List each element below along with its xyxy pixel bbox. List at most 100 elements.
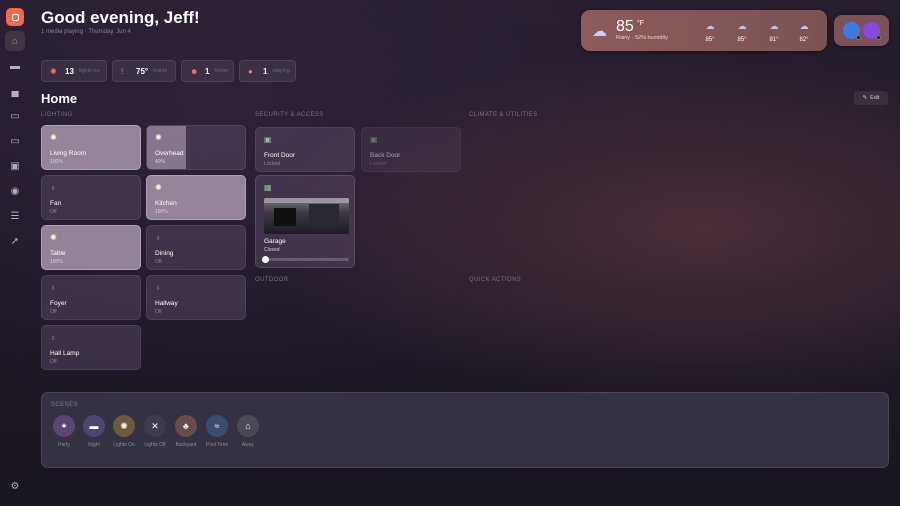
bulb-icon: ✺ bbox=[50, 233, 57, 242]
light-name: Living Room bbox=[50, 150, 87, 157]
lock-name: Front Door bbox=[264, 152, 296, 159]
forecast-day: ☁ 81° bbox=[765, 21, 783, 43]
light-name: Dining bbox=[155, 250, 174, 257]
light-tile[interactable]: ♁ Hall Lamp Off bbox=[41, 325, 141, 370]
section-security: SECURITY & ACCESS bbox=[255, 112, 324, 118]
sidebar-item-server[interactable]: ☰ bbox=[5, 206, 25, 226]
slider-handle[interactable] bbox=[262, 256, 269, 263]
sidebar-item-devices[interactable]: ▣ bbox=[5, 156, 25, 176]
home-away-icon: ⌂ bbox=[237, 415, 259, 437]
tree-icon: ♣ bbox=[175, 415, 197, 437]
scene-pool-time[interactable]: ≈ Pool Time bbox=[204, 415, 230, 448]
scenes-title: SCENES bbox=[51, 402, 79, 408]
stat-label: playing bbox=[272, 68, 290, 74]
scene-lights-off[interactable]: ✕ Lights Off bbox=[142, 415, 168, 448]
stat-temperature[interactable]: ǃ 75° inside bbox=[112, 60, 176, 82]
stat-value: 1 bbox=[263, 66, 268, 76]
weather-unit: °F bbox=[637, 20, 645, 27]
app-logo[interactable] bbox=[6, 8, 24, 26]
scene-night[interactable]: ▬ Night bbox=[81, 415, 107, 448]
sidebar-item-media[interactable]: ▭ bbox=[5, 106, 25, 126]
lock-tile-front-door[interactable]: ▣ Front Door Locked bbox=[255, 127, 355, 172]
cloud-icon: ☁ bbox=[737, 21, 747, 31]
light-state: 100% bbox=[50, 259, 63, 265]
light-name: Kitchen bbox=[155, 200, 177, 207]
light-name: Hall Lamp bbox=[50, 350, 80, 357]
sidebar-item-bedroom[interactable]: ▬ bbox=[5, 56, 25, 76]
garage-state: Closed bbox=[264, 247, 280, 253]
devices-icon: ▣ bbox=[10, 160, 20, 172]
weather-card[interactable]: ☁ 85 °F Rainy · 52% humidity ☁ 85° ☁ 85°… bbox=[581, 10, 827, 51]
page-greeting: Good evening, Jeff! bbox=[41, 8, 200, 27]
scene-party[interactable]: ✦ Party bbox=[51, 415, 77, 448]
scene-backyard[interactable]: ♣ Backyard bbox=[173, 415, 199, 448]
light-tile[interactable]: ✺ Overhead 40% bbox=[146, 125, 246, 170]
scene-label: Lights On bbox=[113, 442, 135, 448]
scene-label: Night bbox=[88, 442, 100, 448]
bulb-icon: ✺ bbox=[113, 415, 135, 437]
page-subtitle: 1 media playing · Thursday, Jun 4 bbox=[41, 29, 131, 35]
bulb-icon: ♁ bbox=[50, 333, 56, 342]
sidebar-item-launch[interactable]: ➚ bbox=[5, 231, 25, 251]
weather-temp: 85 bbox=[616, 18, 634, 35]
avatar[interactable] bbox=[843, 22, 861, 40]
section-outdoor: OUTDOOR bbox=[255, 277, 289, 283]
light-tile[interactable]: ✺ Kitchen 100% bbox=[146, 175, 246, 220]
stat-value: 13 bbox=[65, 66, 74, 76]
scene-lights-on[interactable]: ✺ Lights On bbox=[111, 415, 137, 448]
light-state: Off bbox=[50, 209, 57, 215]
stat-lights[interactable]: ✺ 13 lights on bbox=[41, 60, 107, 82]
bulb-off-icon: ✕ bbox=[144, 415, 166, 437]
light-tile[interactable]: ♁ Dining Off bbox=[146, 225, 246, 270]
bulb-icon: ♁ bbox=[50, 283, 56, 292]
forecast-temp: 85° bbox=[737, 37, 747, 43]
garage-tile[interactable]: ▦ Garage Closed bbox=[255, 175, 355, 268]
garage-door-slider[interactable] bbox=[262, 256, 349, 263]
page-title: Home bbox=[41, 91, 78, 106]
scene-label: Backyard bbox=[175, 442, 197, 448]
section-lighting: LIGHTING bbox=[41, 112, 73, 118]
stat-media[interactable]: ● 1 playing bbox=[239, 60, 296, 82]
lock-name: Back Door bbox=[370, 152, 401, 159]
lock-tile-back-door[interactable]: ▣ Back Door Locked bbox=[361, 127, 461, 172]
rain-cloud-icon: ☁ bbox=[592, 23, 607, 40]
edit-label: Edit bbox=[870, 95, 880, 101]
sidebar-item-garage[interactable]: ▄ bbox=[5, 81, 25, 101]
edit-button[interactable]: ✎ Edit bbox=[854, 91, 888, 105]
light-tile[interactable]: ✺ Table 100% bbox=[41, 225, 141, 270]
bulb-icon: ✺ bbox=[50, 133, 57, 142]
sidebar-item-home[interactable]: ⌂ bbox=[5, 31, 25, 51]
forecast-day: ☁ 82° bbox=[795, 21, 813, 43]
bed-icon: ▬ bbox=[10, 60, 20, 72]
gear-icon: ⚙ bbox=[10, 480, 20, 492]
garage-icon: ▦ bbox=[264, 183, 272, 192]
scene-label: Lights Off bbox=[144, 442, 166, 448]
light-tile[interactable]: ♁ Hallway Off bbox=[146, 275, 246, 320]
camera-icon: ◉ bbox=[10, 185, 20, 197]
sidebar-item-cameras[interactable]: ◉ bbox=[5, 181, 25, 201]
light-tile[interactable]: ♁ Fan Off bbox=[41, 175, 141, 220]
laptop-icon: ▭ bbox=[10, 135, 20, 147]
forecast-temp: 82° bbox=[799, 37, 809, 43]
stat-people[interactable]: ☻ 1 home bbox=[181, 60, 234, 82]
light-tile[interactable]: ✺ Living Room 100% bbox=[41, 125, 141, 170]
scene-away[interactable]: ⌂ Away bbox=[235, 415, 261, 448]
rocket-icon: ➚ bbox=[10, 235, 20, 247]
home-icon: ⌂ bbox=[11, 35, 19, 47]
garage-camera-feed[interactable] bbox=[264, 198, 349, 234]
light-name: Foyer bbox=[50, 300, 67, 307]
light-name: Hallway bbox=[155, 300, 178, 307]
sidebar-item-office[interactable]: ▭ bbox=[5, 131, 25, 151]
light-icon: ✺ bbox=[50, 66, 57, 76]
lock-state: Locked bbox=[370, 161, 387, 167]
scene-label: Pool Time bbox=[205, 442, 229, 448]
lock-state: Locked bbox=[264, 161, 281, 167]
avatar[interactable] bbox=[863, 22, 881, 40]
settings-button[interactable]: ⚙ bbox=[5, 476, 25, 496]
section-quick-actions: QUICK ACTIONS bbox=[469, 277, 522, 283]
light-tile[interactable]: ♁ Foyer Off bbox=[41, 275, 141, 320]
bulb-icon: ✺ bbox=[155, 133, 162, 142]
light-state: Off bbox=[50, 309, 57, 315]
sidebar: ⌂ ▬ ▄ ▭ ▭ ▣ ◉ ☰ ➚ ⚙ bbox=[0, 0, 30, 506]
pencil-icon: ✎ bbox=[862, 95, 868, 101]
